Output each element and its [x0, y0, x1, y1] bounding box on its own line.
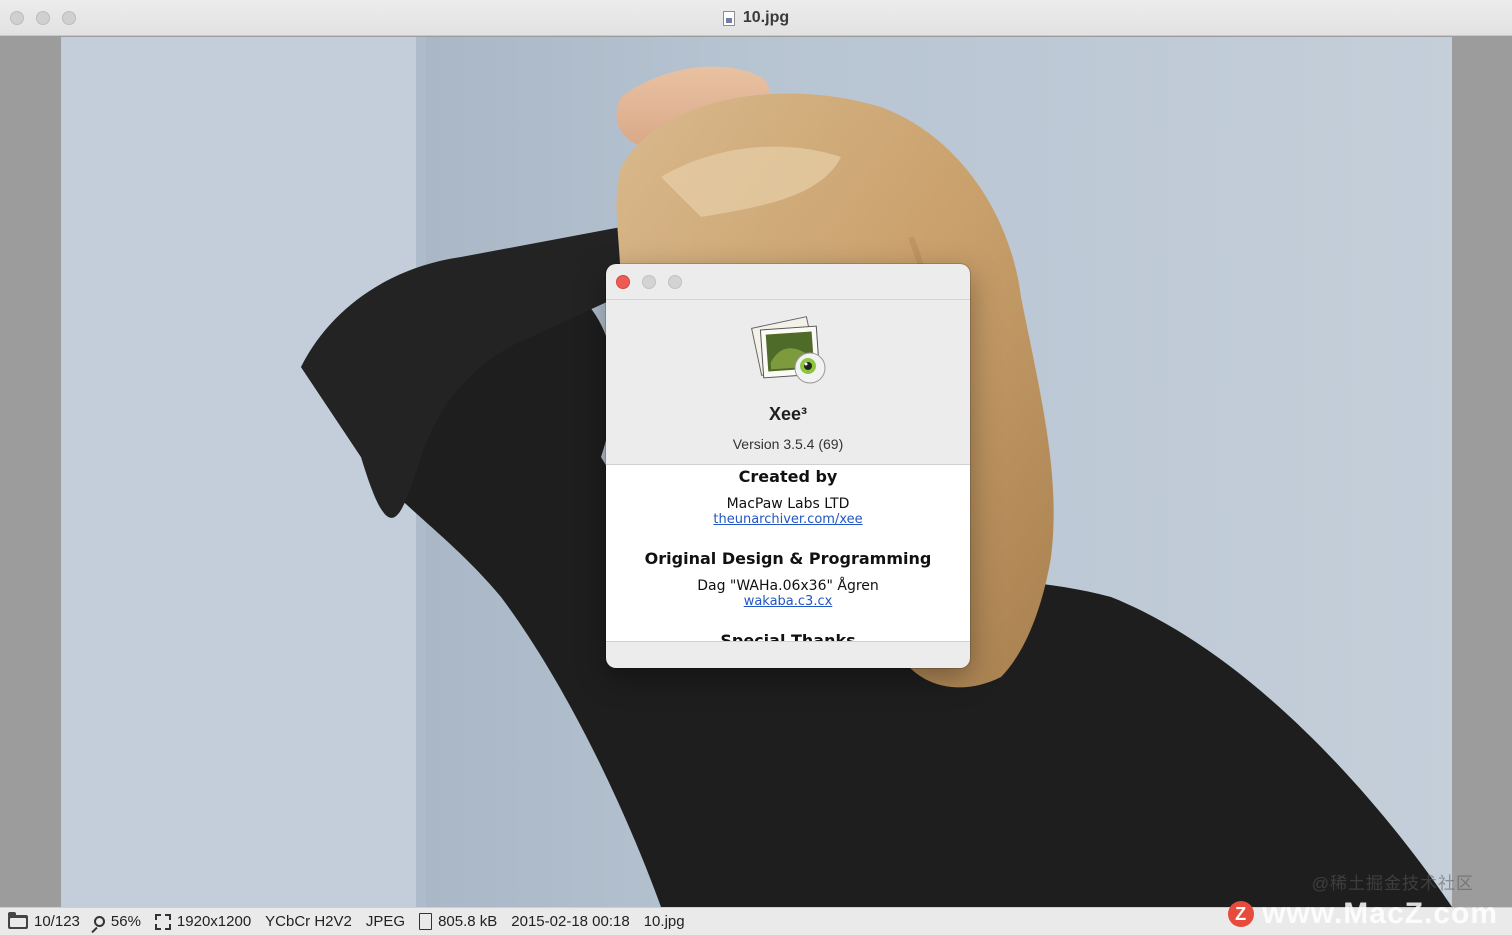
status-file-size: 805.8 kB [419, 913, 497, 930]
status-color-space: YCbCr H2V2 [265, 913, 352, 930]
app-name: Xee³ [768, 404, 808, 424]
credit-section-created-by: Created by MacPaw Labs LTD theunarchiver… [606, 467, 970, 527]
dialog-close-button[interactable] [616, 275, 630, 289]
xee-window: 10.jpg Xee³ Version 3.5.4 (69) Created b… [0, 0, 1512, 935]
credit-heading: Original Design & Programming [644, 549, 932, 568]
status-format: JPEG [365, 913, 406, 930]
dialog-minimize-button [642, 275, 656, 289]
dialog-zoom-button [668, 275, 682, 289]
status-dimensions: 1920x1200 [154, 913, 252, 930]
window-title-group: 10.jpg [0, 0, 1512, 36]
status-zoom: 56% [93, 913, 141, 930]
folder-icon [8, 911, 28, 929]
status-file-size-text: 805.8 kB [438, 913, 498, 930]
credit-section-original-design: Original Design & Programming Dag "WAHa.… [606, 549, 970, 609]
app-version: Version 3.5.4 (69) [732, 436, 844, 452]
status-zoom-text: 56% [110, 913, 141, 930]
status-position-text: 10/123 [34, 913, 80, 930]
title-bar[interactable]: 10.jpg [0, 0, 1512, 36]
status-filename: 10.jpg [643, 913, 685, 930]
about-dialog: Xee³ Version 3.5.4 (69) Created by MacPa… [606, 264, 970, 668]
status-dimensions-text: 1920x1200 [176, 913, 252, 930]
credit-link[interactable]: wakaba.c3.cx [606, 594, 970, 609]
credit-name: Dag "WAHa.06x36" Ågren [697, 578, 879, 594]
window-title: 10.jpg [742, 9, 790, 26]
magnifier-icon [93, 916, 105, 927]
file-icon [419, 913, 433, 930]
credit-link[interactable]: theunarchiver.com/xee [606, 512, 970, 527]
credit-heading: Created by [738, 467, 838, 486]
watermark: @稀土掘金技术社区 Z www.MacZ.com [1228, 874, 1498, 931]
xee-app-icon [751, 316, 826, 384]
community-watermark: @稀土掘金技术社区 [1311, 874, 1474, 893]
credit-section-special-thanks: Special Thanks [606, 631, 970, 642]
credit-name: MacPaw Labs LTD [726, 496, 850, 512]
watermark-text: www.MacZ.com [1262, 897, 1498, 930]
dimensions-icon [154, 913, 171, 930]
dialog-title-bar[interactable] [606, 264, 970, 300]
status-date: 2015-02-18 00:18 [511, 913, 630, 930]
status-position: 10/123 [8, 911, 80, 930]
credit-heading: Special Thanks [720, 631, 856, 642]
macz-logo-icon: Z [1228, 901, 1255, 927]
document-icon[interactable] [722, 10, 735, 26]
credits-scroll-area[interactable]: Created by MacPaw Labs LTD theunarchiver… [606, 464, 970, 642]
